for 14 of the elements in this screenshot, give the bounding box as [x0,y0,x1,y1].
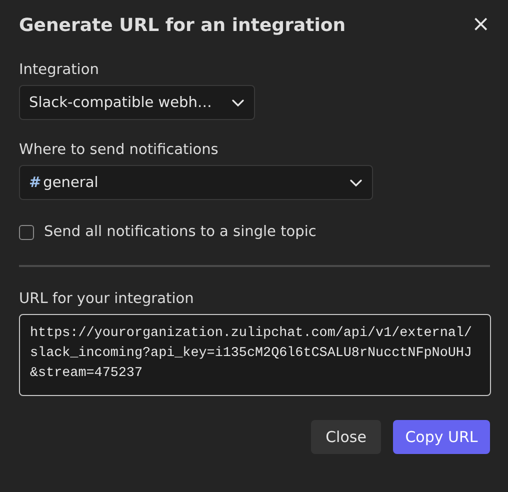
field-label: Where to send notifications [19,142,220,158]
integration-dropdown[interactable]: Slack-compatible webh… [19,85,255,120]
chevron-down-icon [232,98,244,106]
field-label: URL for your integration [19,291,195,307]
url-field[interactable]: https://yourorganization.zulipchat.com/api/v1/external/slack_incoming?api_key=i135cM2Q6l6tCSALU8rNucctNFpNoUHJ&stream=475237 [19,314,491,396]
close-button[interactable]: × [468,14,490,36]
close-button[interactable]: Close [311,420,381,454]
chevron-down-icon [350,178,362,186]
field-label: Integration [19,62,100,78]
checkbox[interactable] [19,224,34,240]
dialog-title: Generate URL for an integration [19,14,346,36]
checkbox-label: Send all notifications to a single topic [44,224,316,240]
channel-dropdown[interactable]: #general [19,165,373,200]
copy-url-button[interactable]: Copy URL [393,420,490,454]
